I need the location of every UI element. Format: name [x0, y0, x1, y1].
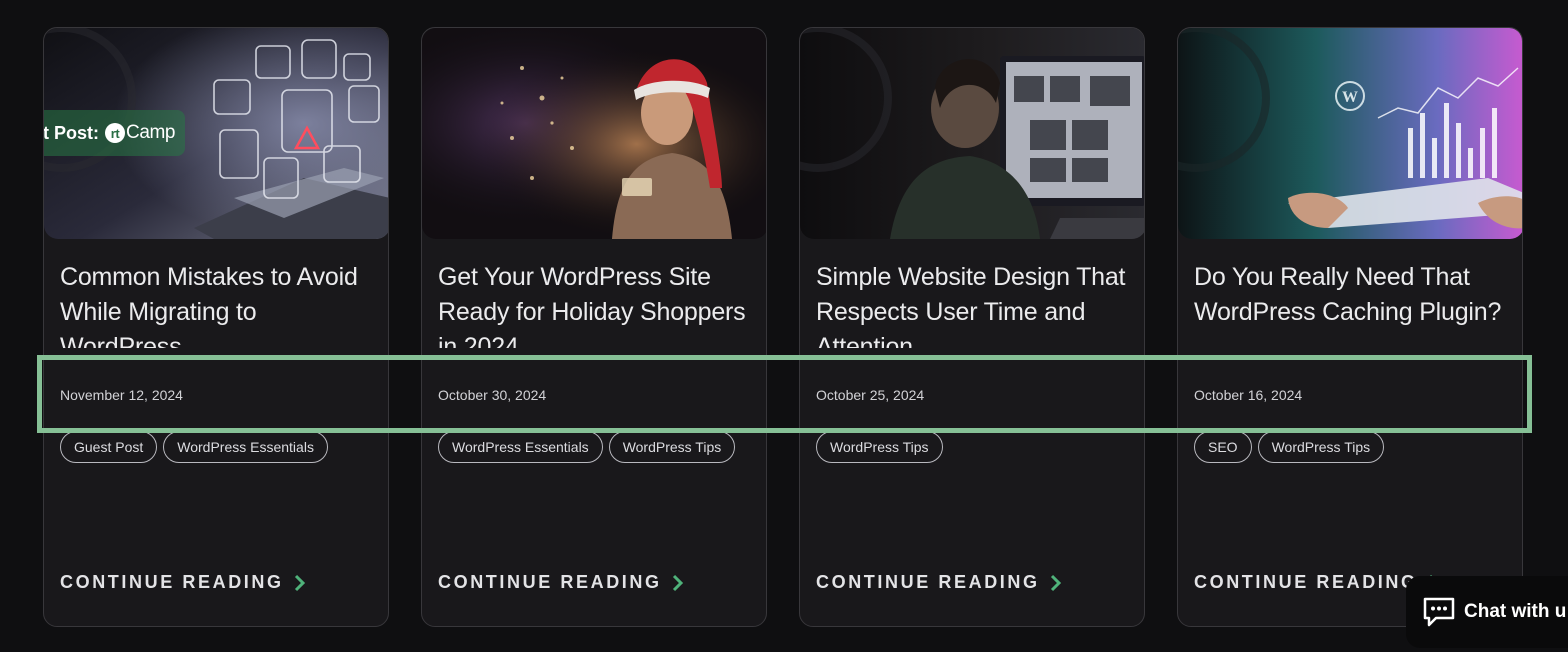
post-title[interactable]: Do You Really Need That WordPress Cachin… [1194, 260, 1514, 348]
tag-chip[interactable]: WordPress Essentials [438, 431, 603, 463]
chat-label: Chat with u [1464, 601, 1567, 622]
continue-reading-label: CONTINUE READING [816, 572, 1040, 592]
continue-reading-label: CONTINUE READING [1194, 572, 1418, 592]
post-card[interactable]: t Post: rt Camp Common Mistakes to Avoid… [43, 27, 389, 627]
post-title[interactable]: Get Your WordPress Site Ready for Holida… [438, 260, 758, 348]
post-title[interactable]: Simple Website Design That Respects User… [816, 260, 1136, 348]
continue-reading-link[interactable]: CONTINUE READING [60, 572, 308, 593]
tag-chip[interactable]: WordPress Tips [608, 431, 736, 463]
tag-chip[interactable]: WordPress Tips [816, 431, 943, 463]
continue-reading-link[interactable]: CONTINUE READING [1194, 572, 1442, 593]
post-thumbnail[interactable]: W [1178, 28, 1522, 239]
tag-chip[interactable]: SEO [1194, 431, 1252, 463]
continue-reading-link[interactable]: CONTINUE READING [816, 572, 1064, 593]
chat-widget-button[interactable]: Chat with u [1406, 576, 1568, 648]
post-tags: WordPress Tips [816, 431, 943, 463]
chevron-right-icon [672, 574, 683, 591]
post-tags: WordPress Essentials WordPress Tips [438, 431, 736, 463]
continue-reading-link[interactable]: CONTINUE READING [438, 572, 686, 593]
post-card[interactable]: W Do You Really Need That WordPress Cach… [1177, 27, 1523, 627]
tag-chip[interactable]: WordPress Essentials [163, 431, 328, 463]
chevron-right-icon [294, 574, 305, 591]
chat-bubble-icon [1423, 597, 1455, 627]
logo-mark: rt [105, 123, 125, 143]
guest-post-badge: t Post: rt Camp [44, 110, 186, 156]
tag-chip[interactable]: WordPress Tips [1257, 431, 1385, 463]
post-card[interactable]: Get Your WordPress Site Ready for Holida… [421, 27, 767, 627]
logo-text: Camp [126, 122, 176, 143]
post-thumbnail[interactable] [800, 28, 1144, 239]
post-card[interactable]: Simple Website Design That Respects User… [799, 27, 1145, 627]
post-card-grid: t Post: rt Camp Common Mistakes to Avoid… [43, 27, 1523, 627]
continue-reading-label: CONTINUE READING [438, 572, 662, 592]
post-title[interactable]: Common Mistakes to Avoid While Migrating… [60, 260, 380, 348]
post-tags: Guest Post WordPress Essentials [60, 431, 328, 463]
svg-text:W: W [1342, 89, 1358, 106]
post-tags: SEO WordPress Tips [1194, 431, 1385, 463]
rtcamp-logo: rt Camp [105, 122, 175, 144]
chevron-right-icon [1050, 574, 1061, 591]
post-thumbnail[interactable]: t Post: rt Camp [44, 28, 388, 239]
date-row-highlight [37, 355, 1532, 433]
continue-reading-label: CONTINUE READING [60, 572, 284, 592]
post-thumbnail[interactable] [422, 28, 766, 239]
tag-chip[interactable]: Guest Post [60, 431, 158, 463]
badge-prefix: t Post: [44, 122, 99, 143]
